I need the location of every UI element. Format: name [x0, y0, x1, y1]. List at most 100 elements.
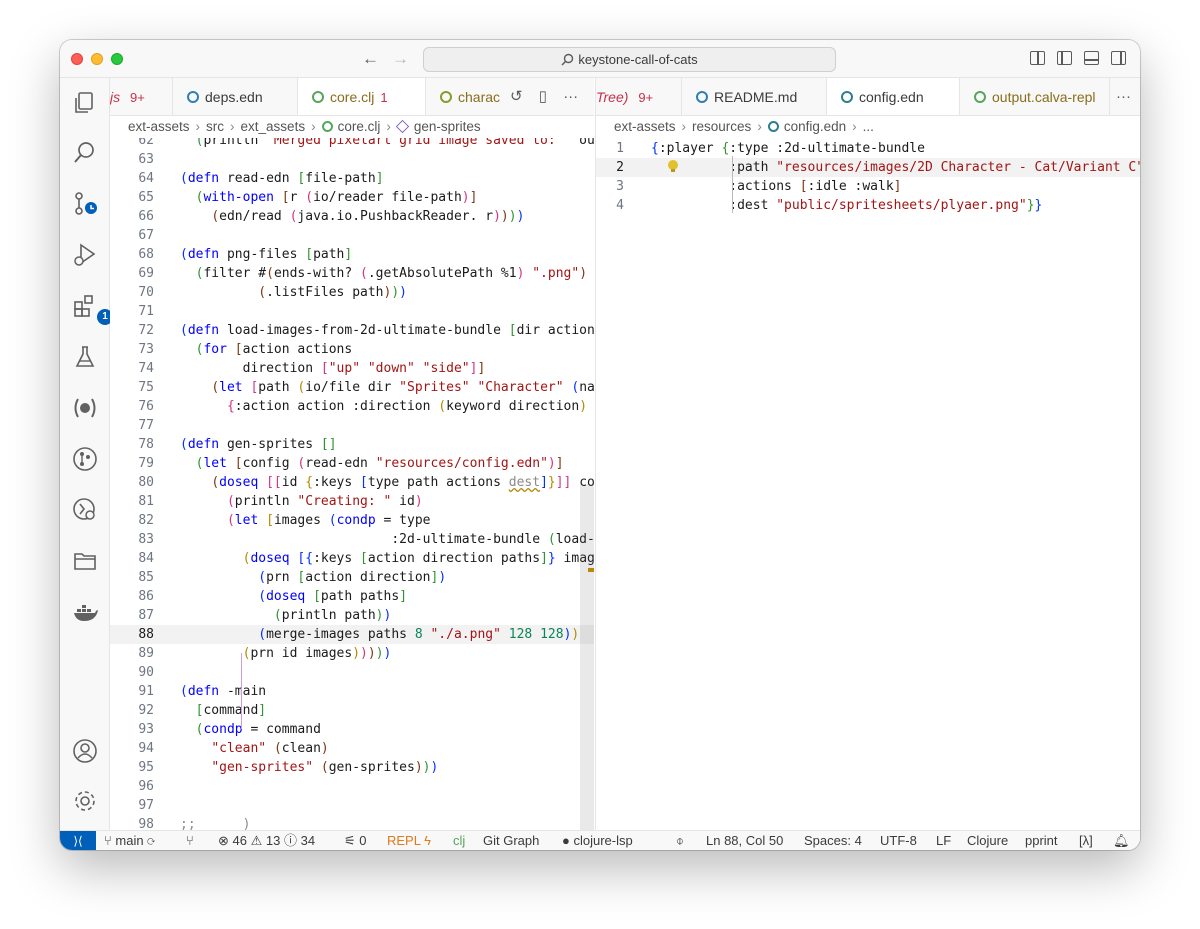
breadcrumb-item[interactable]: ext_assets — [241, 119, 306, 134]
code-line[interactable]: 65 (with-open [r (io/reader file-path)] — [110, 188, 594, 207]
tab-readme[interactable]: README.md — [682, 78, 827, 115]
code-line[interactable]: 71 — [110, 302, 594, 321]
tab-deps-edn[interactable]: deps.edn — [173, 78, 298, 115]
tab-output-calva-repl[interactable]: output.calva-repl — [960, 78, 1110, 115]
more-actions-icon[interactable]: ··· — [1110, 78, 1140, 115]
zoom-window-button[interactable] — [111, 53, 123, 65]
tab-js[interactable]: js 9+ — [110, 78, 173, 115]
lambda-status[interactable]: [λ] — [1079, 831, 1093, 850]
code-line[interactable]: 62 (println "Merged pixelart grid image … — [110, 138, 594, 150]
tab-tree[interactable]: Tree) 9+ — [596, 78, 682, 115]
cursor-position[interactable]: Ln 88, Col 50 — [706, 831, 783, 850]
breadcrumb-item[interactable]: ext-assets — [128, 119, 190, 134]
clojure-lsp-status[interactable]: ● clojure-lsp — [562, 831, 633, 850]
command-center-search[interactable]: keystone-call-of-cats — [423, 47, 836, 72]
language-mode[interactable]: Clojure — [967, 831, 1008, 850]
problems-status[interactable]: ⊗ 46 ⚠ 13 ⓘ 34 — [218, 831, 315, 850]
code-line[interactable]: 90 — [110, 663, 594, 682]
code-line[interactable]: 74 direction ["up" "down" "side"]] — [110, 359, 594, 378]
publish-branch-icon[interactable]: ⑂ — [186, 831, 194, 850]
calva-icon[interactable] — [72, 395, 98, 421]
split-editor-icon[interactable]: ▯ — [539, 88, 547, 105]
code-line[interactable]: 68 (defn png-files [path] — [110, 245, 594, 264]
ports-status[interactable]: ⚟ 0 — [344, 831, 367, 850]
code-line[interactable]: 67 — [110, 226, 594, 245]
code-editor-left[interactable]: 62 (println "Merged pixelart grid image … — [110, 138, 594, 830]
code-line[interactable]: 72 (defn load-images-from-2d-ultimate-bun… — [110, 321, 594, 340]
code-line[interactable]: 78 (defn gen-sprites [] — [110, 435, 594, 454]
code-line[interactable]: 79 (let [config (read-edn "resources/con… — [110, 454, 594, 473]
git-graph-icon[interactable] — [72, 446, 98, 472]
branch-status[interactable]: ⑂ main ⟳ — [104, 831, 155, 850]
run-debug-icon[interactable] — [72, 242, 98, 268]
forward-arrow-icon[interactable]: → — [392, 49, 409, 69]
remote-explorer-icon[interactable] — [72, 497, 98, 523]
code-line[interactable]: 81 (println "Creating: " id) — [110, 492, 594, 511]
accounts-icon[interactable] — [72, 738, 98, 764]
code-line[interactable]: 73 (for [action actions — [110, 340, 594, 359]
docker-whale-icon[interactable] — [72, 599, 98, 625]
timeline-history-icon[interactable]: ↺ — [510, 88, 523, 105]
customize-layout-icon[interactable] — [1030, 51, 1045, 65]
code-line[interactable]: 66 (edn/read (java.io.PushbackReader. r)… — [110, 207, 594, 226]
code-line[interactable]: 87 (println path)) — [110, 606, 594, 625]
code-line[interactable]: 98 ;; ) — [110, 815, 594, 830]
folder-icon[interactable] — [72, 548, 98, 574]
toggle-secondary-sidebar-icon[interactable] — [1111, 51, 1126, 65]
breadcrumb-item[interactable]: src — [206, 119, 224, 134]
code-editor-right[interactable]: 1 {:player {:type :2d-ultimate-bundle 2 :p… — [596, 138, 1140, 830]
code-line[interactable]: 69 (filter #(ends-with? (.getAbsolutePat… — [110, 264, 594, 283]
lightbulb-icon[interactable] — [668, 160, 678, 172]
code-line[interactable]: 80 (doseq [[id {:keys [type path actions… — [110, 473, 594, 492]
code-line[interactable]: 86 (doseq [path paths] — [110, 587, 594, 606]
git-graph-button[interactable]: Git Graph — [483, 831, 539, 850]
notifications-bell-icon[interactable]: 🔔︎ — [1113, 831, 1130, 850]
code-line[interactable]: 77 — [110, 416, 594, 435]
back-arrow-icon[interactable]: ← — [362, 49, 379, 69]
close-window-button[interactable] — [71, 53, 83, 65]
code-line[interactable]: 76 {:action action :direction (keyword d… — [110, 397, 594, 416]
code-line[interactable]: 89 (prn id images))))) — [110, 644, 594, 663]
testing-flask-icon[interactable] — [72, 344, 98, 370]
remote-indicator-icon[interactable]: ⟩⟨ — [60, 831, 96, 850]
tab-core-clj[interactable]: core.clj 1 — [298, 78, 426, 115]
extensions-icon[interactable]: 1 — [72, 293, 113, 325]
breadcrumb-item[interactable]: ... — [863, 119, 874, 134]
breadcrumb-item[interactable]: core.clj — [338, 119, 381, 134]
code-line[interactable]: 91 (defn -main — [110, 682, 594, 701]
toggle-panel-icon[interactable] — [1084, 51, 1099, 65]
code-line[interactable]: 96 — [110, 777, 594, 796]
toggle-primary-sidebar-icon[interactable] — [1057, 51, 1072, 65]
code-line[interactable]: 85 (prn [action direction]) — [110, 568, 594, 587]
breadcrumb-item[interactable]: ext-assets — [614, 119, 676, 134]
tab-config-edn[interactable]: config.edn — [827, 78, 960, 115]
code-line[interactable]: 95 "gen-sprites" (gen-sprites))) — [110, 758, 594, 777]
code-line[interactable]: 3 :actions [:idle :walk] — [596, 177, 1140, 196]
code-line[interactable]: 1 {:player {:type :2d-ultimate-bundle — [596, 139, 1140, 158]
code-line[interactable]: 84 (doseq [{:keys [action direction path… — [110, 549, 594, 568]
breadcrumb-item[interactable]: config.edn — [784, 119, 846, 134]
code-line[interactable]: 92 [command] — [110, 701, 594, 720]
vertical-scrollbar[interactable] — [580, 484, 594, 830]
pprint-toggle[interactable]: pprint — [1025, 831, 1058, 850]
breadcrumb-item[interactable]: resources — [692, 119, 751, 134]
code-line[interactable]: 4 :dest "public/spritesheets/plyaer.png"… — [596, 196, 1140, 215]
more-actions-icon[interactable]: ··· — [563, 88, 578, 105]
tab-character[interactable]: charac — [426, 78, 506, 115]
code-line[interactable]: 88 (merge-images paths 8 "./a.png" 128 1… — [110, 625, 594, 644]
code-line[interactable]: 75 (let [path (io/file dir "Sprites" "Ch… — [110, 378, 594, 397]
encoding-status[interactable]: UTF-8 — [880, 831, 917, 850]
settings-gear-icon[interactable] — [72, 788, 98, 814]
code-line[interactable]: 82 (let [images (condp = type — [110, 511, 594, 530]
breadcrumb-item[interactable]: gen-sprites — [414, 119, 481, 134]
clj-status[interactable]: clj — [453, 831, 465, 850]
code-line[interactable]: 70 (.listFiles path))) — [110, 283, 594, 302]
code-line[interactable]: 97 — [110, 796, 594, 815]
code-line[interactable]: 83 :2d-ultimate-bundle (load-images- — [110, 530, 594, 549]
eol-status[interactable]: LF — [936, 831, 951, 850]
minimize-window-button[interactable] — [91, 53, 103, 65]
git-commit-icon[interactable]: ⌽ — [676, 831, 684, 850]
search-icon[interactable] — [72, 140, 98, 166]
code-line[interactable]: 63 — [110, 150, 594, 169]
code-line[interactable]: 94 "clean" (clean) — [110, 739, 594, 758]
